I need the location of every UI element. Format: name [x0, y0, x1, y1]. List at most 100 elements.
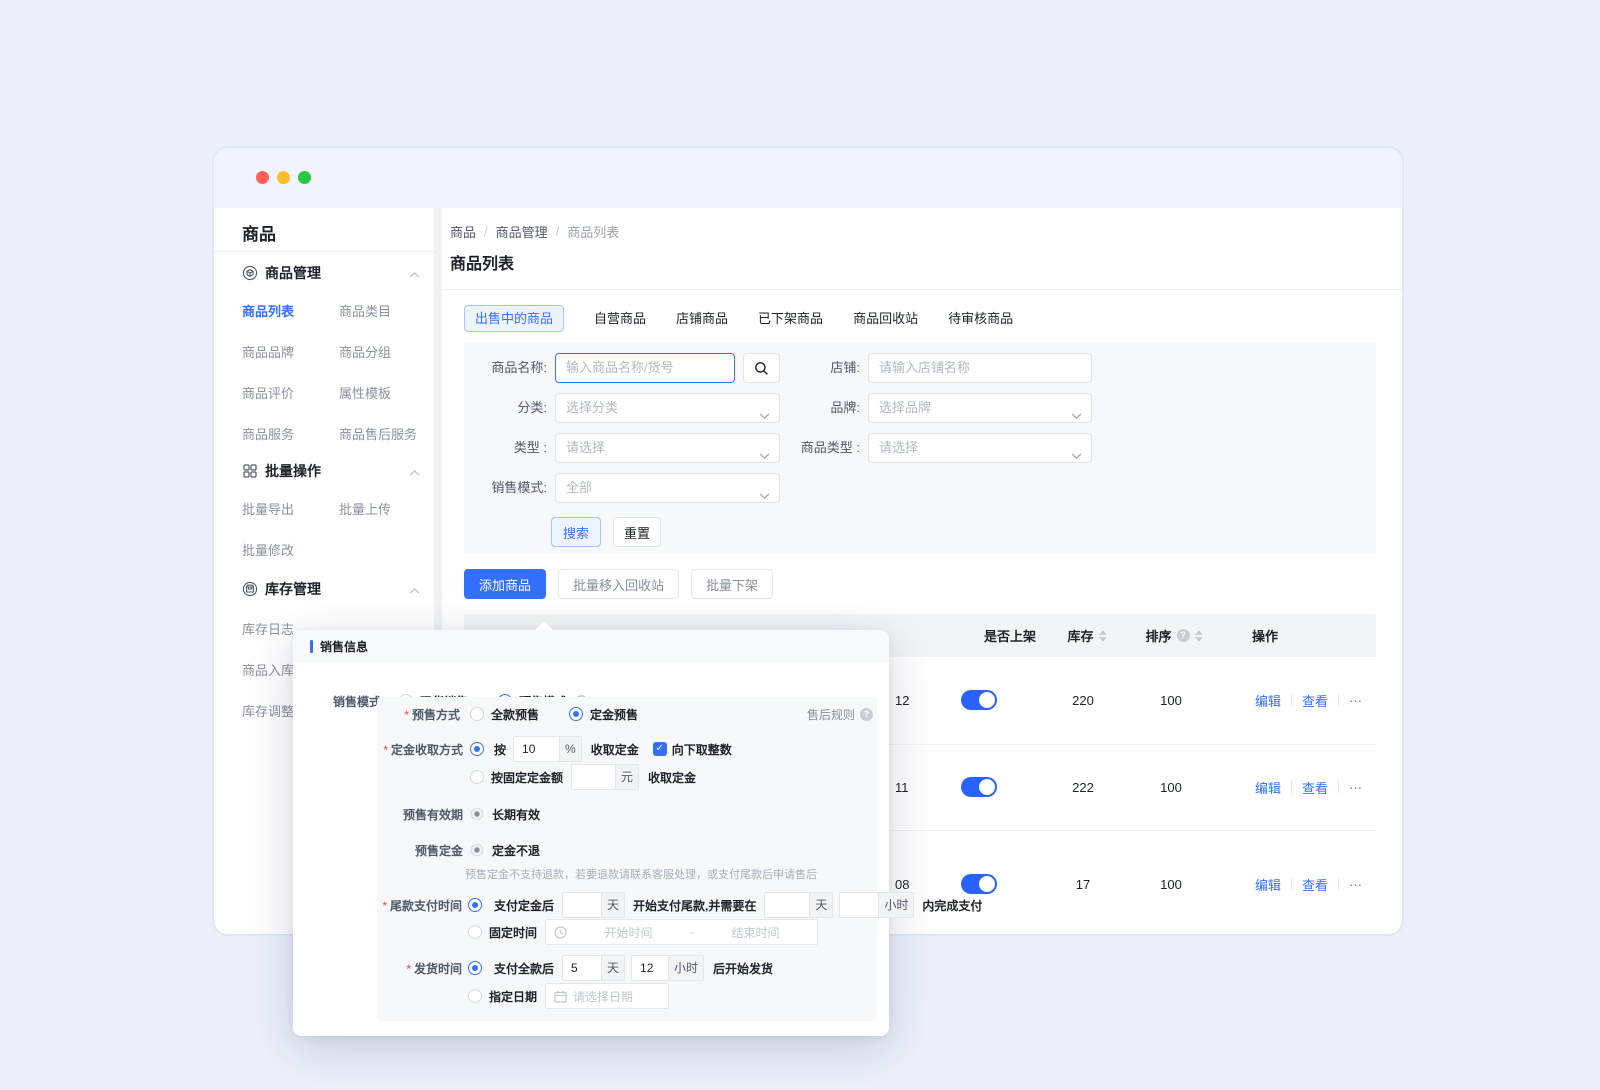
on-shelf-toggle[interactable] — [961, 874, 997, 894]
help-icon[interactable] — [860, 708, 873, 721]
date-picker[interactable]: 请选择日期 — [545, 983, 669, 1009]
fixed-amount-input[interactable] — [571, 764, 616, 790]
edit-link[interactable]: 编辑 — [1255, 875, 1281, 894]
sort-icon[interactable] — [1195, 630, 1203, 642]
ship-hours-input[interactable]: 12 — [631, 955, 669, 981]
deadline-days-group: 天 — [764, 892, 833, 918]
toggle-on[interactable] — [961, 874, 997, 894]
batch-offline-button[interactable]: 批量下架 — [691, 569, 773, 599]
product-type-select[interactable]: 请选择 — [868, 433, 1092, 463]
sales-mode-select[interactable]: 全部 — [555, 473, 780, 503]
time-range-picker[interactable]: 开始时间 - 结束时间 — [545, 919, 818, 945]
sort-value: 100 — [1126, 872, 1216, 896]
sidebar-item-product-service[interactable]: 商品服务 — [242, 425, 339, 445]
fixed-time-label[interactable]: 固定时间 — [489, 924, 537, 941]
maximize-window-icon[interactable] — [298, 171, 311, 184]
sidebar-item-product-category[interactable]: 商品类目 — [339, 302, 436, 322]
batch-recycle-button[interactable]: 批量移入回收站 — [558, 569, 679, 599]
sidebar-item-product-list[interactable]: 商品列表 — [242, 302, 339, 322]
sidebar-item-batch-upload[interactable]: 批量上传 — [339, 500, 436, 520]
edit-link[interactable]: 编辑 — [1255, 691, 1281, 710]
close-window-icon[interactable] — [256, 171, 269, 184]
divider — [1338, 781, 1339, 793]
round-down-label[interactable]: 向下取整数 — [672, 741, 732, 758]
fixed-date-label[interactable]: 指定日期 — [489, 988, 537, 1005]
grid-icon — [242, 463, 258, 479]
validity-radio — [471, 808, 484, 821]
brand-label: 品牌: — [744, 393, 860, 423]
chevron-down-icon — [1071, 402, 1082, 423]
tab-pending-review[interactable]: 待审核商品 — [948, 305, 1013, 332]
ship-time-label-wrap: 发货时间 — [377, 955, 462, 981]
reset-button[interactable]: 重置 — [613, 517, 661, 547]
deadline-days-input[interactable] — [764, 892, 810, 918]
view-link[interactable]: 查看 — [1302, 691, 1328, 710]
validity-label-wrap: 预售有效期 — [377, 804, 463, 824]
shop-input[interactable]: 请输入店铺名称 — [868, 353, 1092, 383]
full-presale-label[interactable]: 全款预售 — [491, 706, 539, 723]
chevron-up-icon[interactable] — [409, 266, 420, 284]
category-select-value: 选择分类 — [566, 400, 618, 415]
ship-relative-radio[interactable] — [468, 961, 482, 975]
after-sale-rule-label[interactable]: 售后规则 — [807, 706, 855, 723]
add-product-button[interactable]: 添加商品 — [464, 569, 546, 599]
on-shelf-toggle[interactable] — [961, 777, 997, 797]
sidebar-group-product-manage[interactable]: 商品管理 — [242, 263, 434, 283]
product-name-input[interactable]: 输入商品名称/货号 — [555, 353, 735, 383]
divider — [1291, 781, 1292, 793]
sidebar-item-product-brand[interactable]: 商品品牌 — [242, 343, 339, 363]
sidebar-item-product-review[interactable]: 商品评价 — [242, 384, 339, 404]
ship-fixed-radio[interactable] — [468, 989, 482, 1003]
ship-days-input[interactable]: 5 — [562, 955, 602, 981]
balance-days-input[interactable] — [562, 892, 602, 918]
balance-fixed-radio[interactable] — [468, 925, 482, 939]
column-header-stock[interactable]: 库存 — [1042, 614, 1132, 657]
more-actions-icon[interactable]: ··· — [1349, 780, 1362, 795]
tab-on-sale[interactable]: 出售中的商品 — [464, 305, 564, 332]
tab-self-operated[interactable]: 自营商品 — [594, 305, 646, 332]
chevron-up-icon[interactable] — [409, 582, 420, 600]
more-actions-icon[interactable]: ··· — [1349, 693, 1362, 708]
fixed-amount-label[interactable]: 按固定定金额 — [491, 769, 563, 786]
view-link[interactable]: 查看 — [1302, 778, 1328, 797]
sidebar-item-batch-export[interactable]: 批量导出 — [242, 500, 339, 520]
tab-shop-products[interactable]: 店铺商品 — [676, 305, 728, 332]
sidebar-group-stock-manage[interactable]: 库存管理 — [242, 579, 434, 599]
sidebar-item-product-group[interactable]: 商品分组 — [339, 343, 436, 363]
sidebar-group-batch-ops[interactable]: 批量操作 — [242, 461, 434, 481]
search-button[interactable]: 搜索 — [551, 517, 601, 547]
chevron-up-icon[interactable] — [409, 464, 420, 482]
sales-info-dialog: 销售信息 销售模式 现货销售 预售模式 预售方式 全款预售 定金预售 售后 — [293, 630, 889, 1036]
minimize-window-icon[interactable] — [277, 171, 290, 184]
more-actions-icon[interactable]: ··· — [1349, 877, 1362, 892]
balance-time-label: 尾款支付时间 — [382, 897, 462, 914]
balance-relative-radio[interactable] — [468, 898, 482, 912]
deadline-hours-input[interactable] — [839, 892, 879, 918]
deposit-percent-radio[interactable] — [470, 742, 484, 756]
full-presale-radio[interactable] — [470, 707, 484, 721]
tab-off-shelf[interactable]: 已下架商品 — [758, 305, 823, 332]
tab-recycle-bin[interactable]: 商品回收站 — [853, 305, 918, 332]
sidebar-item-after-sale-service[interactable]: 商品售后服务 — [339, 425, 436, 445]
deposit-presale-label[interactable]: 定金预售 — [590, 706, 638, 723]
breadcrumb-item[interactable]: 商品管理 — [496, 222, 548, 241]
view-link[interactable]: 查看 — [1302, 875, 1328, 894]
breadcrumb-item[interactable]: 商品 — [450, 222, 476, 241]
help-icon[interactable] — [1177, 629, 1190, 642]
ship-after-label: 后开始发货 — [713, 960, 773, 977]
toggle-on[interactable] — [961, 690, 997, 710]
edit-link[interactable]: 编辑 — [1255, 778, 1281, 797]
round-down-checkbox[interactable] — [653, 742, 667, 756]
on-shelf-toggle[interactable] — [961, 690, 997, 710]
column-header-sort[interactable]: 排序 — [1124, 614, 1224, 657]
sort-icon[interactable] — [1099, 630, 1107, 642]
percent-input[interactable]: 10 — [513, 736, 560, 762]
toggle-on[interactable] — [961, 777, 997, 797]
after-sale-rule[interactable]: 售后规则 — [807, 704, 873, 724]
brand-select[interactable]: 选择品牌 — [868, 393, 1092, 423]
deposit-fixed-radio[interactable] — [470, 770, 484, 784]
sidebar-item-attr-template[interactable]: 属性模板 — [339, 384, 436, 404]
deposit-presale-radio[interactable] — [569, 707, 583, 721]
brand-select-value: 选择品牌 — [879, 400, 931, 415]
sidebar-item-batch-modify[interactable]: 批量修改 — [242, 541, 339, 561]
